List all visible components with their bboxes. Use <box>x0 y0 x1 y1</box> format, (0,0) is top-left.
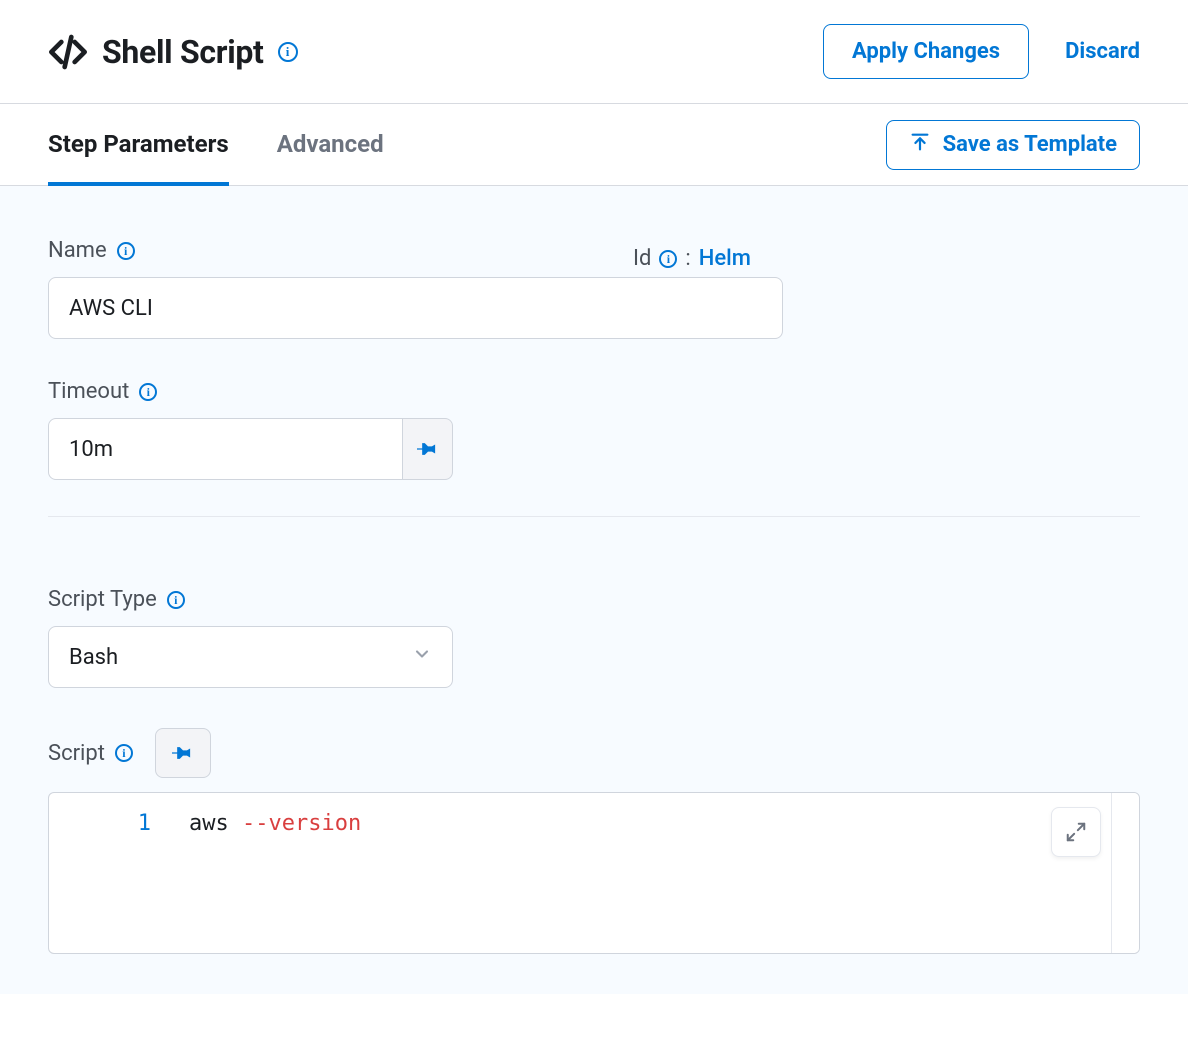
pin-button[interactable] <box>155 728 211 778</box>
code-area[interactable]: aws --version <box>179 793 1139 953</box>
scrollbar-track[interactable] <box>1111 793 1139 953</box>
code-token-flag: --version <box>242 811 361 836</box>
header: Shell Script i Apply Changes Discard <box>0 0 1188 103</box>
info-icon[interactable]: i <box>659 250 677 268</box>
id-separator: : <box>685 246 690 271</box>
save-as-template-button[interactable]: Save as Template <box>886 120 1140 170</box>
form-body: Name i Id i : Helm Timeout i Script Ty <box>0 186 1188 994</box>
script-type-label: Script Type <box>48 587 157 612</box>
tab-step-parameters[interactable]: Step Parameters <box>48 104 229 186</box>
code-editor[interactable]: 1 aws --version <box>48 792 1140 954</box>
line-gutter: 1 <box>49 793 179 953</box>
info-icon[interactable]: i <box>139 383 157 401</box>
info-icon[interactable]: i <box>278 42 298 62</box>
tabs: Step Parameters Advanced <box>48 104 384 185</box>
id-block: Id i : Helm <box>633 244 751 271</box>
code-token-cmd: aws <box>189 811 242 836</box>
pin-button[interactable] <box>403 418 453 480</box>
info-icon[interactable]: i <box>115 744 133 762</box>
header-left: Shell Script i <box>48 32 298 72</box>
id-value[interactable]: Helm <box>699 246 751 271</box>
id-label: Id <box>633 246 651 271</box>
code-icon <box>48 32 88 72</box>
expand-button[interactable] <box>1051 807 1101 857</box>
upload-icon <box>909 131 931 159</box>
timeout-label: Timeout <box>48 379 129 404</box>
name-input[interactable] <box>48 277 783 339</box>
script-type-value: Bash <box>69 645 118 670</box>
save-as-template-label: Save as Template <box>943 132 1117 157</box>
chevron-down-icon <box>412 644 432 670</box>
script-type-select[interactable]: Bash <box>48 626 453 688</box>
page-title: Shell Script <box>102 33 264 71</box>
apply-changes-button[interactable]: Apply Changes <box>823 24 1029 79</box>
timeout-input[interactable] <box>48 418 403 480</box>
name-label: Name <box>48 238 107 263</box>
tabs-row: Step Parameters Advanced Save as Templat… <box>0 103 1188 186</box>
divider <box>48 516 1140 517</box>
line-number: 1 <box>138 811 151 836</box>
discard-button[interactable]: Discard <box>1065 39 1140 64</box>
timeout-field: Timeout i <box>48 379 1140 480</box>
info-icon[interactable]: i <box>117 242 135 260</box>
tab-advanced[interactable]: Advanced <box>277 104 384 186</box>
header-actions: Apply Changes Discard <box>823 24 1140 79</box>
name-field: Name i Id i : Helm <box>48 238 1140 339</box>
info-icon[interactable]: i <box>167 591 185 609</box>
script-type-field: Script Type i Bash <box>48 587 1140 688</box>
script-field: Script i 1 aws --version <box>48 728 1140 954</box>
script-label: Script <box>48 741 105 766</box>
